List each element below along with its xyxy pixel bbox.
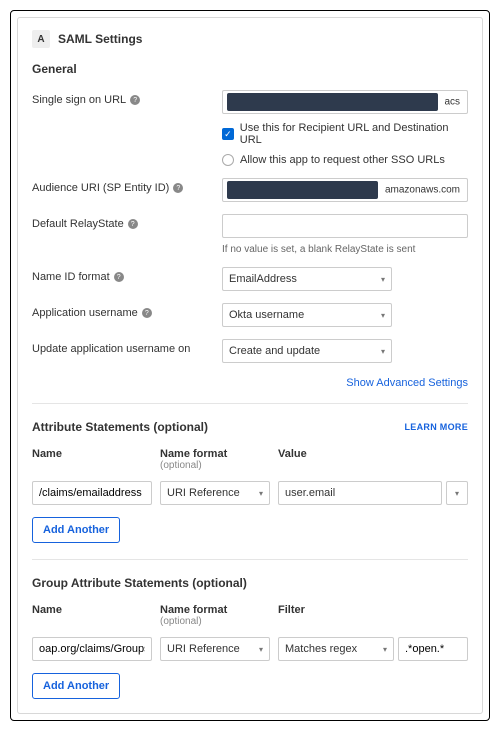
chevron-down-icon: ▾ (259, 489, 263, 498)
sso-url-suffix: acs (444, 97, 460, 108)
sso-url-label: Single sign on URL (32, 94, 126, 106)
chevron-down-icon: ▾ (381, 311, 385, 320)
chevron-down-icon: ▾ (383, 645, 387, 654)
panel-title: SAML Settings (58, 32, 142, 46)
audience-uri-label: Audience URI (SP Entity ID) (32, 182, 169, 194)
update-on-select[interactable]: Create and update ▾ (222, 339, 392, 363)
allow-other-sso-label: Allow this app to request other SSO URLs (240, 154, 445, 166)
attr-value-dropdown[interactable]: ▾ (446, 481, 468, 505)
group-filter-pattern-input[interactable] (398, 637, 468, 661)
relaystate-hint: If no value is set, a blank RelayState i… (222, 244, 468, 255)
group-filter-select[interactable]: Matches regex ▾ (278, 637, 394, 661)
group-column-headers: Name Name format (optional) Filter (32, 604, 468, 627)
step-letter: A (32, 30, 50, 48)
chevron-down-icon: ▾ (259, 645, 263, 654)
masked-content (227, 93, 438, 111)
nameid-format-select[interactable]: EmailAddress ▾ (222, 267, 392, 291)
help-icon[interactable]: ? (142, 308, 152, 318)
help-icon[interactable]: ? (128, 219, 138, 229)
app-username-label: Application username (32, 307, 138, 319)
add-attribute-button[interactable]: Add Another (32, 517, 120, 543)
learn-more-link[interactable]: LEARN MORE (405, 422, 469, 432)
attr-format-select[interactable]: URI Reference ▾ (160, 481, 270, 505)
group-format-select[interactable]: URI Reference ▾ (160, 637, 270, 661)
relaystate-input[interactable] (222, 214, 468, 238)
attr-column-headers: Name Name format (optional) Value (32, 448, 468, 471)
help-icon[interactable]: ? (130, 95, 140, 105)
chevron-down-icon: ▾ (455, 489, 459, 498)
allow-other-sso-radio[interactable] (222, 154, 234, 166)
help-icon[interactable]: ? (114, 272, 124, 282)
app-username-select[interactable]: Okta username ▾ (222, 303, 392, 327)
show-advanced-link[interactable]: Show Advanced Settings (346, 377, 468, 389)
attr-name-input[interactable] (32, 481, 152, 505)
help-icon[interactable]: ? (173, 183, 183, 193)
attribute-row: URI Reference ▾ user.email ▾ (32, 481, 468, 505)
group-attribute-row: URI Reference ▾ Matches regex ▾ (32, 637, 468, 661)
group-attribute-heading: Group Attribute Statements (optional) (32, 576, 468, 590)
add-group-attribute-button[interactable]: Add Another (32, 673, 120, 699)
chevron-down-icon: ▾ (381, 347, 385, 356)
nameid-format-label: Name ID format (32, 271, 110, 283)
chevron-down-icon: ▾ (381, 275, 385, 284)
attribute-statements-heading: Attribute Statements (optional) (32, 420, 208, 434)
group-name-input[interactable] (32, 637, 152, 661)
attr-value-select[interactable]: user.email (278, 481, 442, 505)
panel-header: A SAML Settings (32, 30, 468, 48)
recipient-url-checkbox[interactable]: ✓ (222, 128, 234, 140)
recipient-url-label: Use this for Recipient URL and Destinati… (240, 122, 468, 146)
audience-suffix: amazonaws.com (385, 185, 460, 196)
masked-content (227, 181, 378, 199)
relaystate-label: Default RelayState (32, 218, 124, 230)
update-on-label: Update application username on (32, 343, 190, 355)
section-general: General (32, 62, 468, 76)
